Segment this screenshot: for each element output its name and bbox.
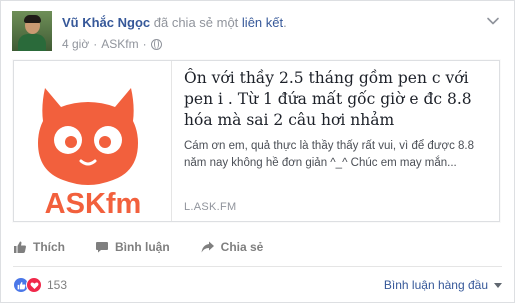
post-meta: 4 giờ · ASKfm · (62, 37, 162, 51)
meta-separator: · (93, 37, 98, 51)
author-name[interactable]: Vũ Khắc Ngọc (62, 15, 150, 30)
like-button[interactable]: Thích (13, 240, 65, 254)
header-dot: . (283, 15, 287, 30)
shared-link[interactable]: liên kết (242, 15, 283, 30)
divider (13, 266, 502, 267)
comment-sort-label: Bình luận hàng đầu (383, 278, 488, 292)
comment-sort-dropdown[interactable]: Bình luận hàng đầu (384, 278, 502, 292)
link-title[interactable]: Ôn với thầy 2.5 tháng gồm pen c với pen … (184, 68, 492, 131)
action-text: đã chia sẻ một (153, 15, 239, 30)
link-thumbnail[interactable]: ASKfm (14, 61, 172, 221)
comment-label: Bình luận (115, 240, 170, 254)
reaction-summary[interactable]: 153 (13, 277, 67, 293)
askfm-wordmark: ASKfm (45, 188, 142, 220)
reaction-icons (13, 277, 42, 293)
action-bar: Thích Bình luận Chia sẻ (13, 240, 293, 254)
thumbs-up-icon (14, 241, 26, 253)
comment-button[interactable]: Bình luận (95, 240, 170, 254)
caret-down-icon (494, 282, 502, 288)
share-button[interactable]: Chia sẻ (200, 240, 264, 254)
askfm-logo: ASKfm (38, 88, 142, 220)
timestamp[interactable]: 4 giờ (62, 37, 89, 51)
globe-icon[interactable] (150, 38, 162, 50)
source-name[interactable]: ASKfm (101, 37, 138, 51)
meta-separator: · (142, 37, 147, 51)
link-domain: L.ASK.FM (184, 201, 237, 213)
avatar[interactable] (12, 11, 52, 51)
chevron-down-icon[interactable] (486, 14, 500, 28)
like-label: Thích (33, 240, 65, 254)
share-label: Chia sẻ (220, 240, 264, 254)
post-card: Vũ Khắc Ngọc đã chia sẻ một liên kết. 4 … (0, 0, 515, 303)
comment-icon (96, 242, 108, 253)
reaction-count[interactable]: 153 (47, 278, 67, 292)
link-body: Ôn với thầy 2.5 tháng gồm pen c với pen … (184, 68, 492, 172)
post-header: Vũ Khắc Ngọc đã chia sẻ một liên kết. (62, 15, 287, 30)
share-icon (201, 241, 214, 253)
love-reaction-icon (26, 277, 42, 293)
link-description: Cám ơn em, quả thực là thầy thấy rất vui… (184, 140, 474, 169)
link-preview[interactable]: ASKfm Ôn với thầy 2.5 tháng gồm pen c vớ… (13, 60, 500, 222)
